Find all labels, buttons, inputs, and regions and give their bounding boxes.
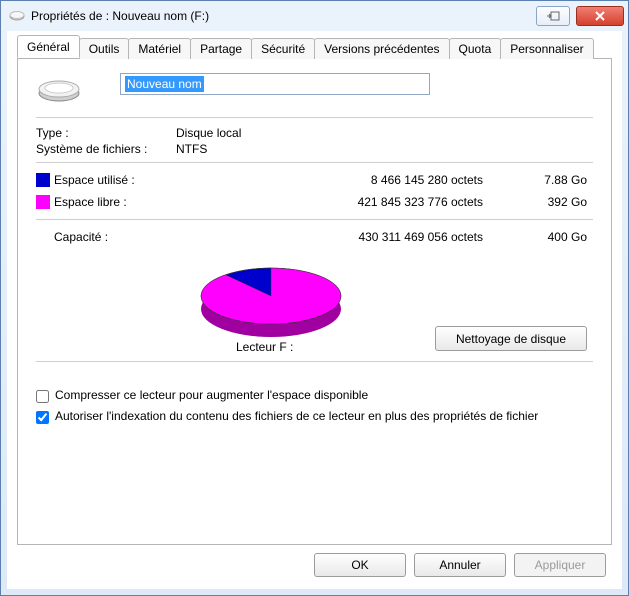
used-label: Espace utilisé :	[54, 173, 194, 187]
capacity-bytes: 430 311 469 056 octets	[194, 230, 513, 244]
index-checkbox[interactable]	[36, 411, 49, 424]
titlebar[interactable]: Propriétés de : Nouveau nom (F:)	[1, 1, 628, 31]
capacity-gb: 400 Go	[513, 230, 593, 244]
tab-quota[interactable]: Quota	[449, 38, 502, 59]
tab-sharing[interactable]: Partage	[190, 38, 252, 59]
free-gb: 392 Go	[513, 195, 593, 209]
divider	[36, 219, 593, 220]
index-label: Autoriser l'indexation du contenu des fi…	[55, 409, 538, 424]
close-button[interactable]	[576, 6, 624, 26]
drive-name-input[interactable]: Nouveau nom	[120, 73, 430, 95]
tab-previous-versions[interactable]: Versions précédentes	[314, 38, 449, 59]
fs-label: Système de fichiers :	[36, 142, 176, 156]
tab-hardware[interactable]: Matériel	[128, 38, 191, 59]
drive-icon-large	[36, 73, 82, 103]
drive-letter-label: Lecteur F :	[236, 340, 293, 354]
pin-button[interactable]	[536, 6, 570, 26]
tab-security[interactable]: Sécurité	[251, 38, 315, 59]
fs-value: NTFS	[176, 142, 593, 156]
drive-icon	[9, 10, 25, 22]
divider	[36, 361, 593, 362]
type-value: Disque local	[176, 126, 593, 140]
type-label: Type :	[36, 126, 176, 140]
tab-customize[interactable]: Personnaliser	[500, 38, 593, 59]
dialog-buttons: OK Annuler Appliquer	[17, 545, 612, 579]
space-table: Espace utilisé : 8 466 145 280 octets 7.…	[36, 169, 593, 213]
ok-button[interactable]: OK	[314, 553, 406, 577]
disk-usage-pie-chart	[196, 254, 346, 346]
apply-button[interactable]: Appliquer	[514, 553, 606, 577]
cancel-button[interactable]: Annuler	[414, 553, 506, 577]
capacity-label: Capacité :	[54, 230, 194, 244]
used-swatch-icon	[36, 173, 50, 187]
compress-label: Compresser ce lecteur pour augmenter l'e…	[55, 388, 368, 403]
used-bytes: 8 466 145 280 octets	[194, 173, 513, 187]
tab-general[interactable]: Général	[17, 35, 80, 58]
tabstrip: Général Outils Matériel Partage Sécurité…	[17, 37, 612, 59]
divider	[36, 162, 593, 163]
window-title: Propriétés de : Nouveau nom (F:)	[31, 9, 532, 23]
used-gb: 7.88 Go	[513, 173, 593, 187]
disk-cleanup-button[interactable]: Nettoyage de disque	[435, 326, 587, 351]
tab-tools[interactable]: Outils	[79, 38, 130, 59]
divider	[36, 117, 593, 118]
free-label: Espace libre :	[54, 195, 194, 209]
free-bytes: 421 845 323 776 octets	[194, 195, 513, 209]
compress-checkbox[interactable]	[36, 390, 49, 403]
client-area: Général Outils Matériel Partage Sécurité…	[7, 31, 622, 589]
free-swatch-icon	[36, 195, 50, 209]
drive-name-value: Nouveau nom	[125, 76, 204, 92]
properties-dialog: Propriétés de : Nouveau nom (F:) Général…	[0, 0, 629, 596]
tab-panel-general: Nouveau nom Type : Disque local Système …	[17, 59, 612, 545]
